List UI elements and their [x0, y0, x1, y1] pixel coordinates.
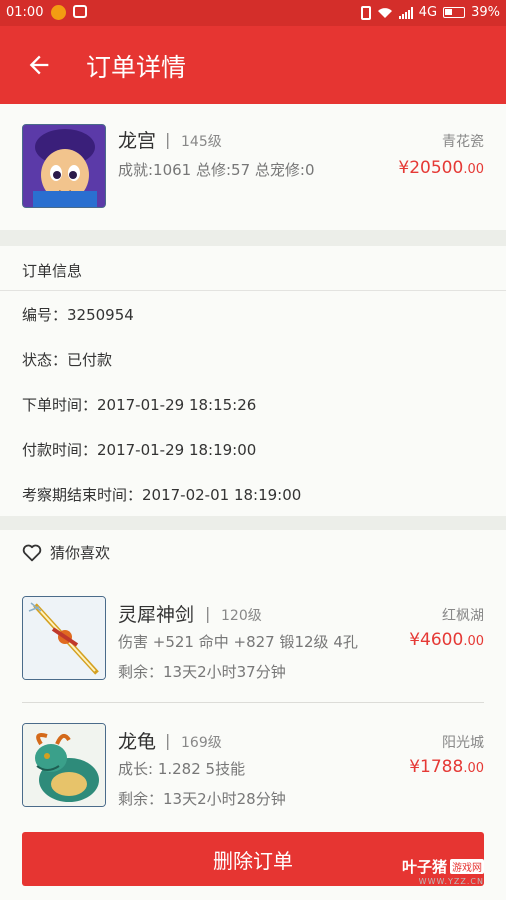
order-info-title: 订单信息 — [22, 262, 83, 280]
status-bar: 01:00 4G 39% — [0, 0, 506, 26]
sword-icon — [22, 596, 106, 680]
status-time: 01:00 — [6, 5, 44, 20]
divider — [0, 290, 506, 291]
item-remaining: 剩余：13天2小时28分钟 — [118, 790, 286, 808]
item-server: 红枫湖 — [442, 608, 484, 624]
item-name: 灵犀神剑 — [118, 604, 195, 626]
item-price-int: ¥1788 — [409, 757, 464, 777]
order-info-section: 订单信息 编号：3250954 状态：已付款 下单时间：2017-01-29 1… — [0, 246, 506, 516]
item-stats: 成就:1061 总修:57 总宠修:0 — [118, 161, 315, 179]
recommend-title: 猜你喜欢 — [50, 544, 111, 562]
pay-time: 付款时间：2017-01-29 18:19:00 — [22, 441, 257, 459]
item-price-dec: .00 — [463, 761, 484, 776]
watermark-logo: 叶子猪 游戏网 WWW.YZZ.CN — [402, 856, 484, 886]
watermark-tag: 游戏网 — [450, 859, 484, 874]
section-divider — [0, 230, 506, 246]
item-price-dec: .00 — [463, 162, 484, 177]
item-separator: | — [165, 130, 171, 149]
order-status: 状态：已付款 — [22, 351, 113, 369]
order-number: 编号：3250954 — [22, 306, 134, 324]
item-price: ¥4600.00 — [409, 630, 484, 650]
app-bar: 订单详情 — [0, 26, 506, 104]
item-name: 龙宫 — [118, 130, 157, 152]
battery-icon — [443, 7, 466, 18]
wifi-icon — [377, 7, 392, 18]
item-stats: 成长: 1.282 5技能 — [118, 760, 246, 778]
network-type: 4G — [418, 5, 438, 20]
item-stats: 伤害 +521 命中 +827 锻12级 4孔 — [118, 633, 358, 651]
status-icons: 4G 39% — [360, 5, 500, 20]
item-separator: | — [205, 604, 211, 623]
vibrate-icon — [360, 5, 371, 20]
item-remaining: 剩余：13天2小时37分钟 — [118, 663, 286, 681]
review-end-time: 考察期结束时间：2017-02-01 18:19:00 — [22, 486, 302, 504]
item-level: 145级 — [181, 134, 222, 150]
item-level: 169级 — [181, 735, 222, 751]
item-server: 阳光城 — [442, 735, 484, 751]
arrow-left-icon — [29, 55, 49, 75]
divider — [22, 702, 484, 703]
item-level: 120级 — [221, 608, 262, 624]
notification-message-icon — [73, 5, 87, 18]
item-server: 青花瓷 — [442, 134, 484, 150]
character-portrait-icon — [22, 124, 106, 208]
watermark-brand: 叶子猪 — [401, 858, 447, 876]
notification-app-icon — [51, 5, 66, 20]
item-name: 龙龟 — [118, 731, 157, 753]
order-time: 下单时间：2017-01-29 18:15:26 — [22, 396, 257, 414]
item-separator: | — [165, 731, 171, 750]
item-price-int: ¥4600 — [409, 630, 464, 650]
battery-percent: 39% — [471, 5, 500, 20]
page-title: 订单详情 — [86, 53, 187, 82]
order-item-card[interactable]: 龙宫 | 145级 青花瓷 成就:1061 总修:57 总宠修:0 ¥20500… — [0, 104, 506, 230]
recommend-section: 猜你喜欢 灵犀神剑 | 120级 红枫湖 伤害 +521 命中 +827 锻12… — [0, 530, 506, 900]
item-price: ¥1788.00 — [409, 757, 484, 777]
back-button[interactable] — [14, 40, 64, 90]
dragon-icon — [22, 723, 106, 807]
item-price-dec: .00 — [463, 634, 484, 649]
watermark-url: WWW.YZZ.CN — [418, 877, 484, 886]
item-price-int: ¥20500 — [398, 158, 464, 178]
recommend-header: 猜你喜欢 — [22, 542, 110, 563]
section-divider — [0, 516, 506, 530]
signal-icon — [398, 6, 413, 19]
heart-icon — [22, 544, 42, 561]
item-price: ¥20500.00 — [398, 158, 484, 178]
